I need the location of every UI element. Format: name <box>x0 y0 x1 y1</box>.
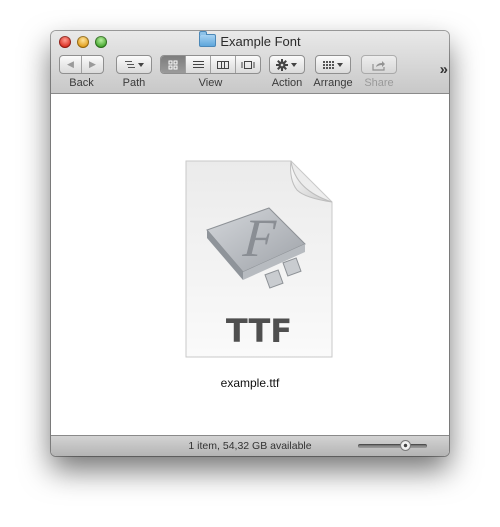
icon-view-icon <box>168 60 178 69</box>
back-button[interactable]: ◀ <box>60 56 82 73</box>
file-name-label: example.ttf <box>220 376 280 390</box>
gear-icon <box>276 58 297 71</box>
back-label: Back <box>69 77 94 89</box>
status-bar: 1 item, 54,32 GB available <box>51 435 449 456</box>
chevron-down-icon <box>138 62 144 67</box>
window-title: Example Font <box>51 31 449 50</box>
column-view-button[interactable] <box>211 56 236 73</box>
view-segmented-control <box>160 55 261 74</box>
path-label: Path <box>122 77 146 89</box>
list-view-button[interactable] <box>186 56 211 73</box>
double-chevron-right-icon: » <box>439 61 449 78</box>
column-view-icon <box>217 60 229 69</box>
share-button[interactable] <box>361 55 397 74</box>
action-label: Action <box>271 77 303 89</box>
file-type-label: TTF <box>226 312 292 350</box>
arrange-icon <box>323 60 343 69</box>
icon-view-button[interactable] <box>161 56 186 73</box>
arrange-label: Arrange <box>313 77 353 89</box>
share-label: Share <box>364 77 394 89</box>
back-forward-button: ◀ ▶ <box>59 55 104 74</box>
toolbar: Example Font ◀ ▶ Back Path View Action A… <box>51 31 449 94</box>
cover-flow-view-button[interactable] <box>236 56 260 73</box>
path-icon <box>125 60 144 68</box>
slider-knob[interactable] <box>399 440 411 451</box>
back-arrow-icon: ◀ <box>67 59 74 69</box>
file-area: F TTF example.ttf <box>51 94 449 435</box>
list-view-icon <box>192 60 204 68</box>
font-file-icon: F TTF <box>185 160 333 358</box>
arrange-button[interactable] <box>315 55 351 74</box>
path-button[interactable] <box>116 55 152 74</box>
toolbar-overflow-button[interactable]: » <box>439 61 449 78</box>
finder-window: Example Font ◀ ▶ Back Path View Action A… <box>51 31 449 456</box>
file-item[interactable]: F TTF <box>185 160 333 358</box>
cover-flow-icon <box>241 60 255 69</box>
icon-size-slider[interactable] <box>358 440 427 451</box>
share-icon <box>372 60 385 71</box>
view-label: View <box>198 77 223 89</box>
window-title-text: Example Font <box>220 34 301 49</box>
forward-arrow-icon: ▶ <box>89 59 96 69</box>
forward-button[interactable]: ▶ <box>82 56 103 73</box>
action-button[interactable] <box>269 55 305 74</box>
folder-icon <box>199 31 217 47</box>
